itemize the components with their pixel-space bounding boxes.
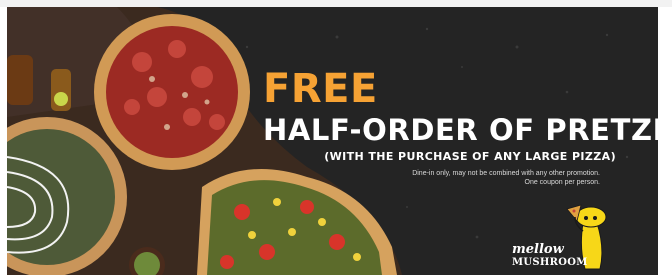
top-strip [0,0,672,7]
coupon-banner-frame: FREE HALF-ORDER OF PRETZELS (WITH THE PU… [0,0,672,275]
headline-main: HALF-ORDER OF PRETZELS [263,113,658,147]
fine-print-line-1: Dine-in only, may not be combined with a… [412,170,600,177]
subhead: (WITH THE PURCHASE OF ANY LARGE PIZZA) [324,150,616,163]
promo-banner: FREE HALF-ORDER OF PRETZELS (WITH THE PU… [7,7,658,275]
fine-print-line-2: One coupon per person. [524,179,601,186]
logo-block-text: MUSHROOM [512,257,588,268]
logo-script-text: mellow [512,242,564,257]
right-margin [658,7,672,275]
fine-print: Dine-in only, may not be combined with a… [412,169,600,187]
headline-free: FREE [263,66,378,112]
